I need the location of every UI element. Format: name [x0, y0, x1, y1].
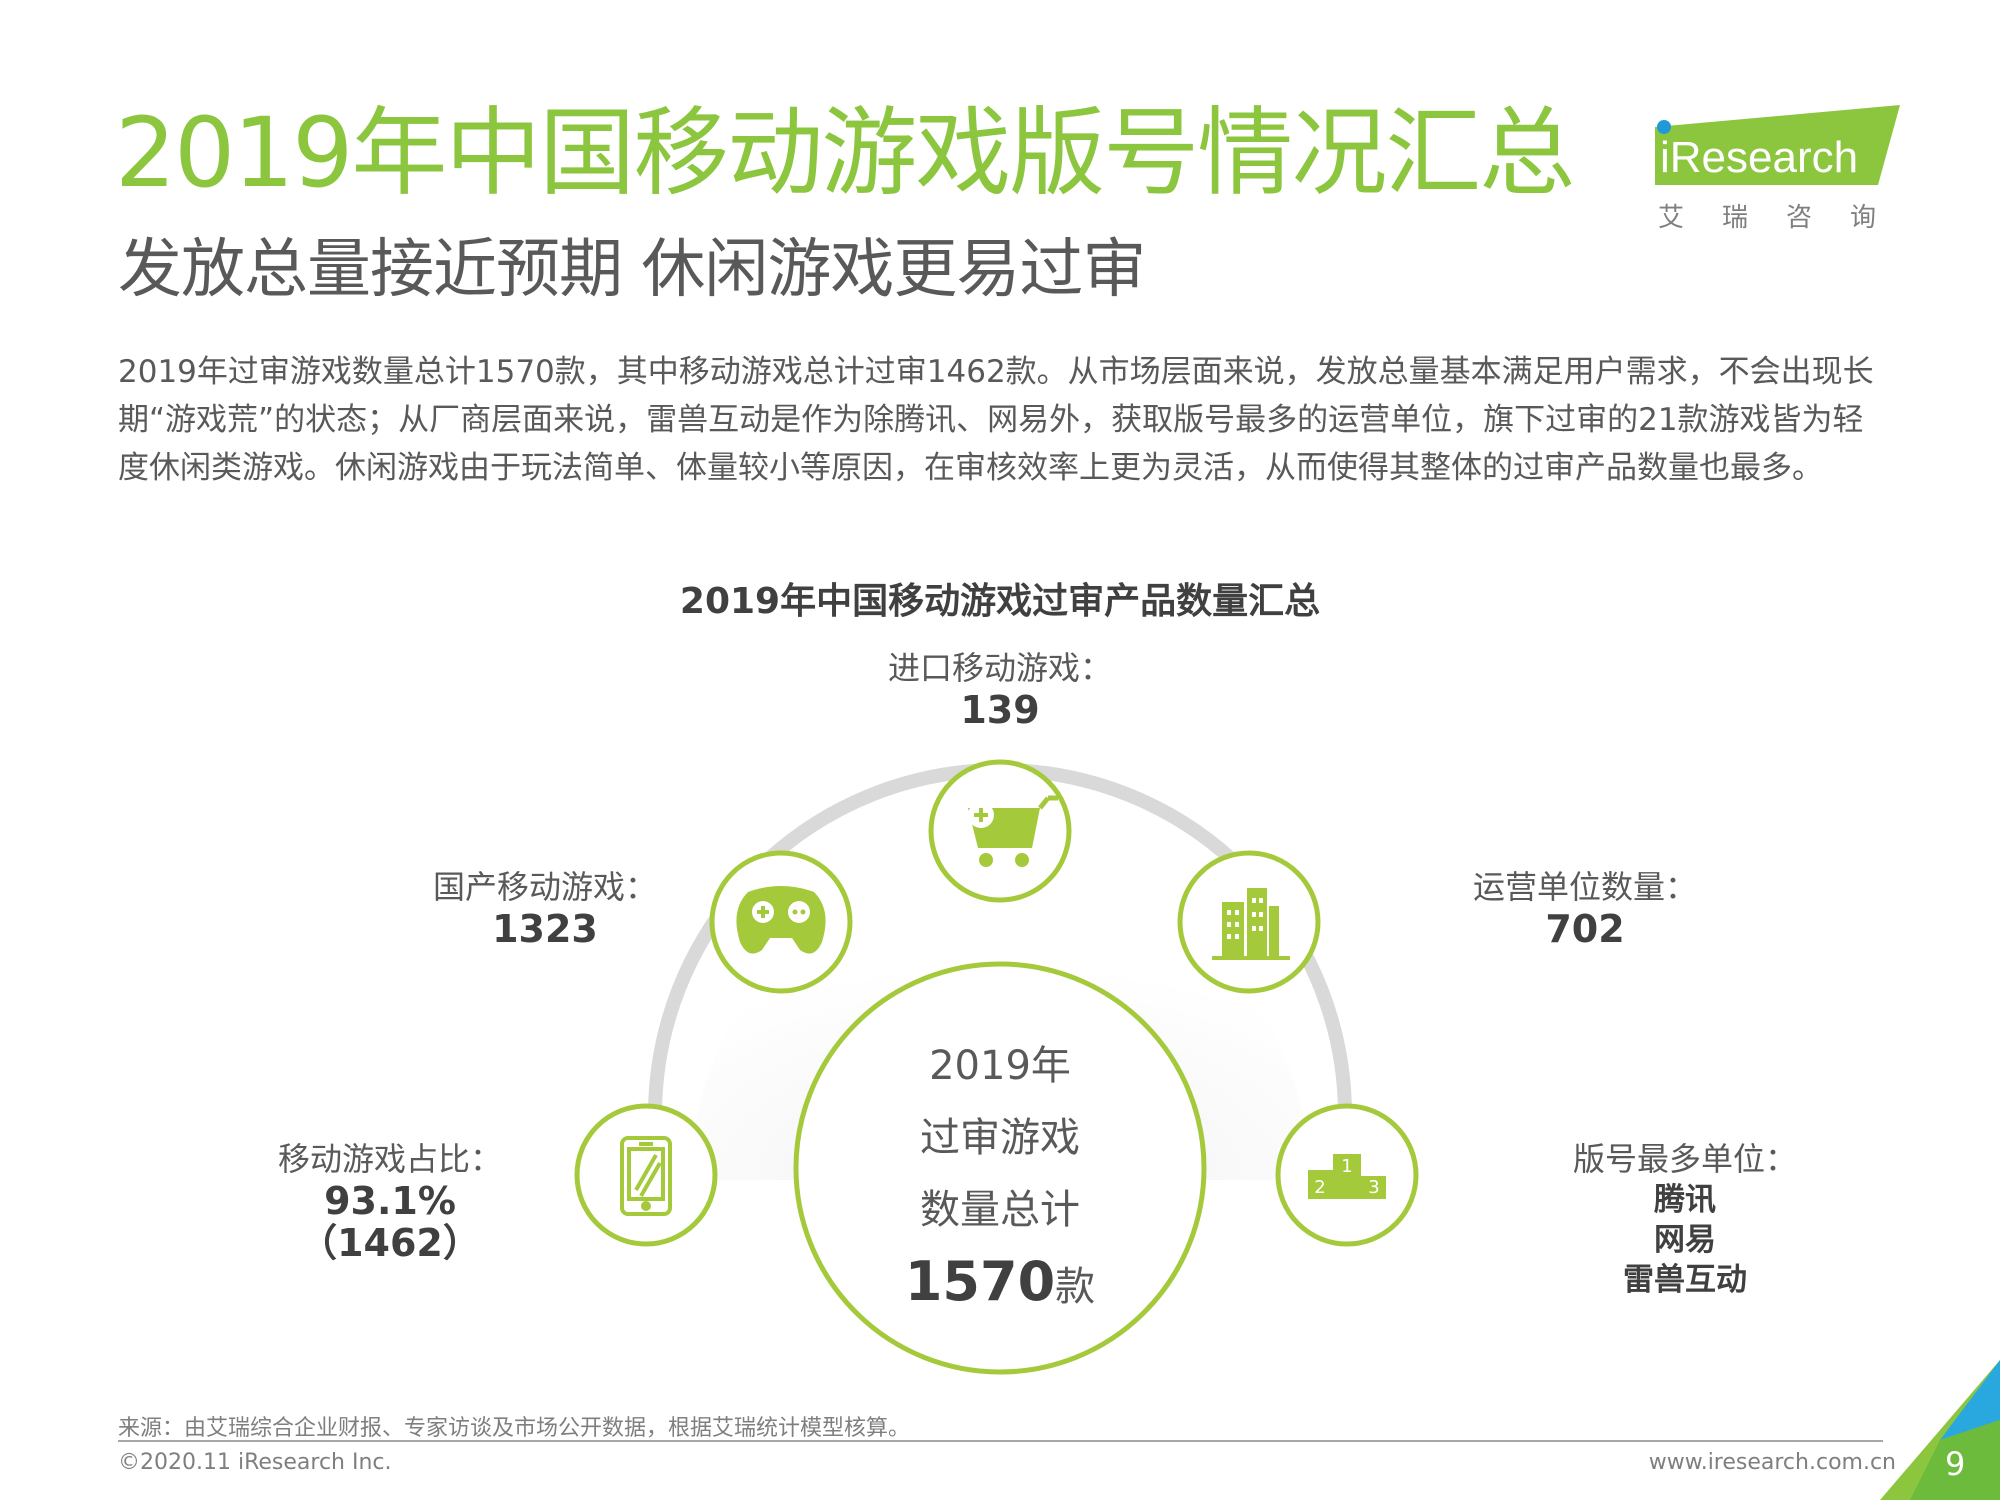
podium-second-label: 2	[1314, 1177, 1325, 1198]
center-value-line: 1570款	[800, 1246, 1200, 1323]
imported-games-value: 139	[960, 688, 1040, 732]
top-operator-2: 网易	[1654, 1222, 1716, 1258]
center-total: 2019年 过审游戏 数量总计 1570款	[800, 1030, 1200, 1323]
website-link[interactable]: www.iresearch.com.cn	[1649, 1450, 1896, 1475]
domestic-games-title: 国产移动游戏：	[432, 868, 657, 906]
podium-third-label: 3	[1368, 1177, 1379, 1198]
top-operator-1: 腾讯	[1654, 1182, 1716, 1218]
corner-decoration	[1880, 1360, 2000, 1500]
center-total-value: 1570	[904, 1250, 1056, 1313]
operators-title: 运营单位数量：	[1472, 868, 1697, 906]
center-year: 2019年	[929, 1043, 1071, 1089]
mobile-share-title: 移动游戏占比：	[277, 1140, 502, 1178]
top-operator-3: 雷兽互动	[1623, 1262, 1747, 1298]
imported-games-title: 进口移动游戏：	[887, 649, 1112, 687]
node-domestic-games	[709, 850, 853, 994]
footer-divider	[118, 1440, 1883, 1442]
top-operators-label: 版号最多单位： 腾讯 网易 雷兽互动	[1520, 1138, 1850, 1300]
node-top-operators: 1 2 3	[1275, 1103, 1419, 1247]
mobile-share-detail: （1462）	[299, 1221, 481, 1265]
operators-label: 运营单位数量： 702	[1420, 866, 1750, 950]
center-label-approved: 过审游戏	[920, 1115, 1080, 1161]
top-operators-title: 版号最多单位：	[1572, 1140, 1797, 1178]
source-note: 来源：由艾瑞综合企业财报、专家访谈及市场公开数据，根据艾瑞统计模型核算。	[118, 1416, 911, 1441]
domestic-games-label: 国产移动游戏： 1323	[380, 866, 710, 950]
podium-first-label: 1	[1341, 1156, 1352, 1177]
center-label-total: 数量总计	[920, 1187, 1080, 1233]
imported-games-label: 进口移动游戏： 139	[840, 647, 1160, 731]
node-imported-games	[928, 759, 1072, 903]
copyright-text: ©2020.11 iResearch Inc.	[118, 1450, 392, 1475]
operators-value: 702	[1545, 907, 1625, 951]
mobile-share-label: 移动游戏占比： 93.1% （1462）	[230, 1138, 550, 1264]
node-operators	[1177, 850, 1321, 994]
center-total-unit: 款	[1055, 1264, 1096, 1310]
domestic-games-value: 1323	[492, 907, 598, 951]
mobile-share-value: 93.1%	[324, 1179, 456, 1223]
page-number: 9	[1945, 1445, 1966, 1483]
node-mobile-share	[574, 1103, 718, 1247]
